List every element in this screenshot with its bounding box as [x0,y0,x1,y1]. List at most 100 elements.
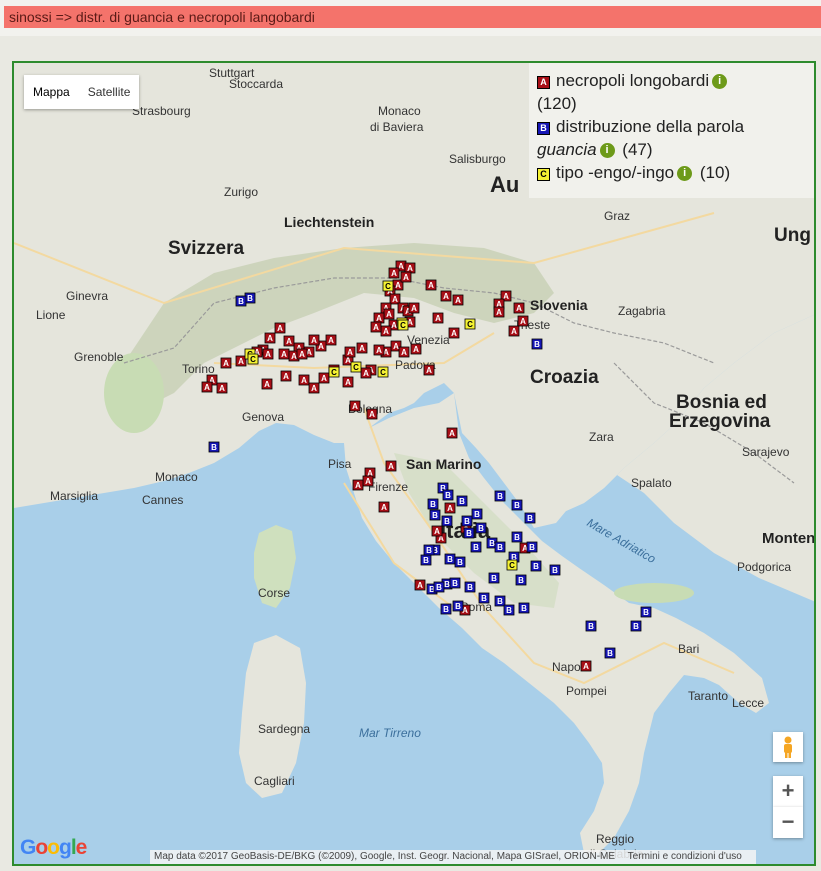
marker-b[interactable]: B [235,295,247,307]
marker-a[interactable]: A [262,348,274,360]
marker-a[interactable]: A [580,660,592,672]
marker-a[interactable]: A [370,321,382,333]
zoom-control[interactable]: + − [773,776,803,838]
marker-b[interactable]: B [511,531,523,543]
marker-b[interactable]: B [449,577,461,589]
marker-a[interactable]: A [493,306,505,318]
marker-b[interactable]: B [511,499,523,511]
marker-b[interactable]: B [604,647,616,659]
marker-b[interactable]: B [470,541,482,553]
marker-b[interactable]: B [524,512,536,524]
marker-a[interactable]: A [389,293,401,305]
marker-b[interactable]: B [441,515,453,527]
marker-a[interactable]: A [400,271,412,283]
marker-a[interactable]: A [373,344,385,356]
marker-a[interactable]: A [448,327,460,339]
marker-a[interactable]: A [508,325,520,337]
marker-b[interactable]: B [475,522,487,534]
marker-b[interactable]: B [530,560,542,572]
marker-a[interactable]: A [423,364,435,376]
map-type-control[interactable]: Mappa Satellite [24,75,140,109]
marker-a[interactable]: A [385,460,397,472]
marker-a[interactable]: A [404,262,416,274]
marker-a[interactable]: A [380,325,392,337]
marker-a[interactable]: A [325,334,337,346]
terms-link[interactable]: Termini e condizioni d'uso [628,851,742,862]
marker-c[interactable]: C [247,353,259,365]
marker-b[interactable]: B [461,515,473,527]
marker-a[interactable]: A [408,302,420,314]
marker-a[interactable]: A [432,312,444,324]
marker-a[interactable]: A [362,475,374,487]
marker-a[interactable]: A [296,348,308,360]
marker-a[interactable]: A [264,332,276,344]
marker-a[interactable]: A [349,400,361,412]
marker-b[interactable]: B [429,509,441,521]
marker-b[interactable]: B [444,553,456,565]
marker-b[interactable]: B [494,490,506,502]
marker-c[interactable]: C [350,361,362,373]
marker-b[interactable]: B [494,541,506,553]
marker-b[interactable]: B [244,292,256,304]
marker-a[interactable]: A [366,408,378,420]
marker-b[interactable]: B [531,338,543,350]
marker-b[interactable]: B [488,572,500,584]
marker-b[interactable]: B [456,495,468,507]
marker-b[interactable]: B [494,595,506,607]
marker-a[interactable]: A [373,312,385,324]
marker-a[interactable]: A [201,381,213,393]
marker-a[interactable]: A [360,367,372,379]
marker-b[interactable]: B [518,602,530,614]
map-type-map-button[interactable]: Mappa [24,75,79,109]
marker-a[interactable]: A [308,334,320,346]
marker-a[interactable]: A [220,357,232,369]
marker-a[interactable]: A [342,376,354,388]
marker-a[interactable]: A [444,502,456,514]
marker-b[interactable]: B [478,592,490,604]
marker-b[interactable]: B [526,541,538,553]
marker-b[interactable]: B [452,600,464,612]
marker-a[interactable]: A [280,370,292,382]
marker-a[interactable]: A [274,322,286,334]
marker-a[interactable]: A [414,579,426,591]
zoom-out-button[interactable]: − [773,807,803,838]
info-icon[interactable]: i [599,143,615,158]
marker-b[interactable]: B [471,508,483,520]
marker-a[interactable]: A [235,355,247,367]
map-type-satellite-button[interactable]: Satellite [79,75,140,109]
marker-b[interactable]: B [433,581,445,593]
marker-a[interactable]: A [410,343,422,355]
info-icon[interactable]: i [677,166,693,181]
marker-b[interactable]: B [442,489,454,501]
marker-a[interactable]: A [513,302,525,314]
marker-a[interactable]: A [216,382,228,394]
marker-b[interactable]: B [427,498,439,510]
map-container[interactable]: Stuttgart Stoccarda Strasbourg Monaco di… [12,61,816,866]
marker-b[interactable]: B [549,564,561,576]
marker-a[interactable]: A [398,346,410,358]
marker-b[interactable]: B [515,574,527,586]
marker-a[interactable]: A [446,427,458,439]
marker-b[interactable]: B [463,527,475,539]
pegman-icon[interactable] [773,732,803,762]
marker-a[interactable]: A [318,372,330,384]
marker-c[interactable]: C [382,280,394,292]
marker-b[interactable]: B [585,620,597,632]
marker-b[interactable]: B [440,603,452,615]
marker-a[interactable]: A [298,374,310,386]
marker-a[interactable]: A [440,290,452,302]
marker-b[interactable]: B [464,581,476,593]
marker-b[interactable]: B [208,441,220,453]
marker-b[interactable]: B [420,554,432,566]
marker-c[interactable]: C [506,559,518,571]
marker-a[interactable]: A [452,294,464,306]
info-icon[interactable]: i [712,74,728,89]
marker-a[interactable]: A [283,335,295,347]
marker-a[interactable]: A [378,501,390,513]
marker-b[interactable]: B [640,606,652,618]
marker-c[interactable]: C [464,318,476,330]
marker-b[interactable]: B [423,544,435,556]
marker-b[interactable]: B [454,556,466,568]
marker-a[interactable]: A [352,479,364,491]
marker-a[interactable]: A [517,315,529,327]
